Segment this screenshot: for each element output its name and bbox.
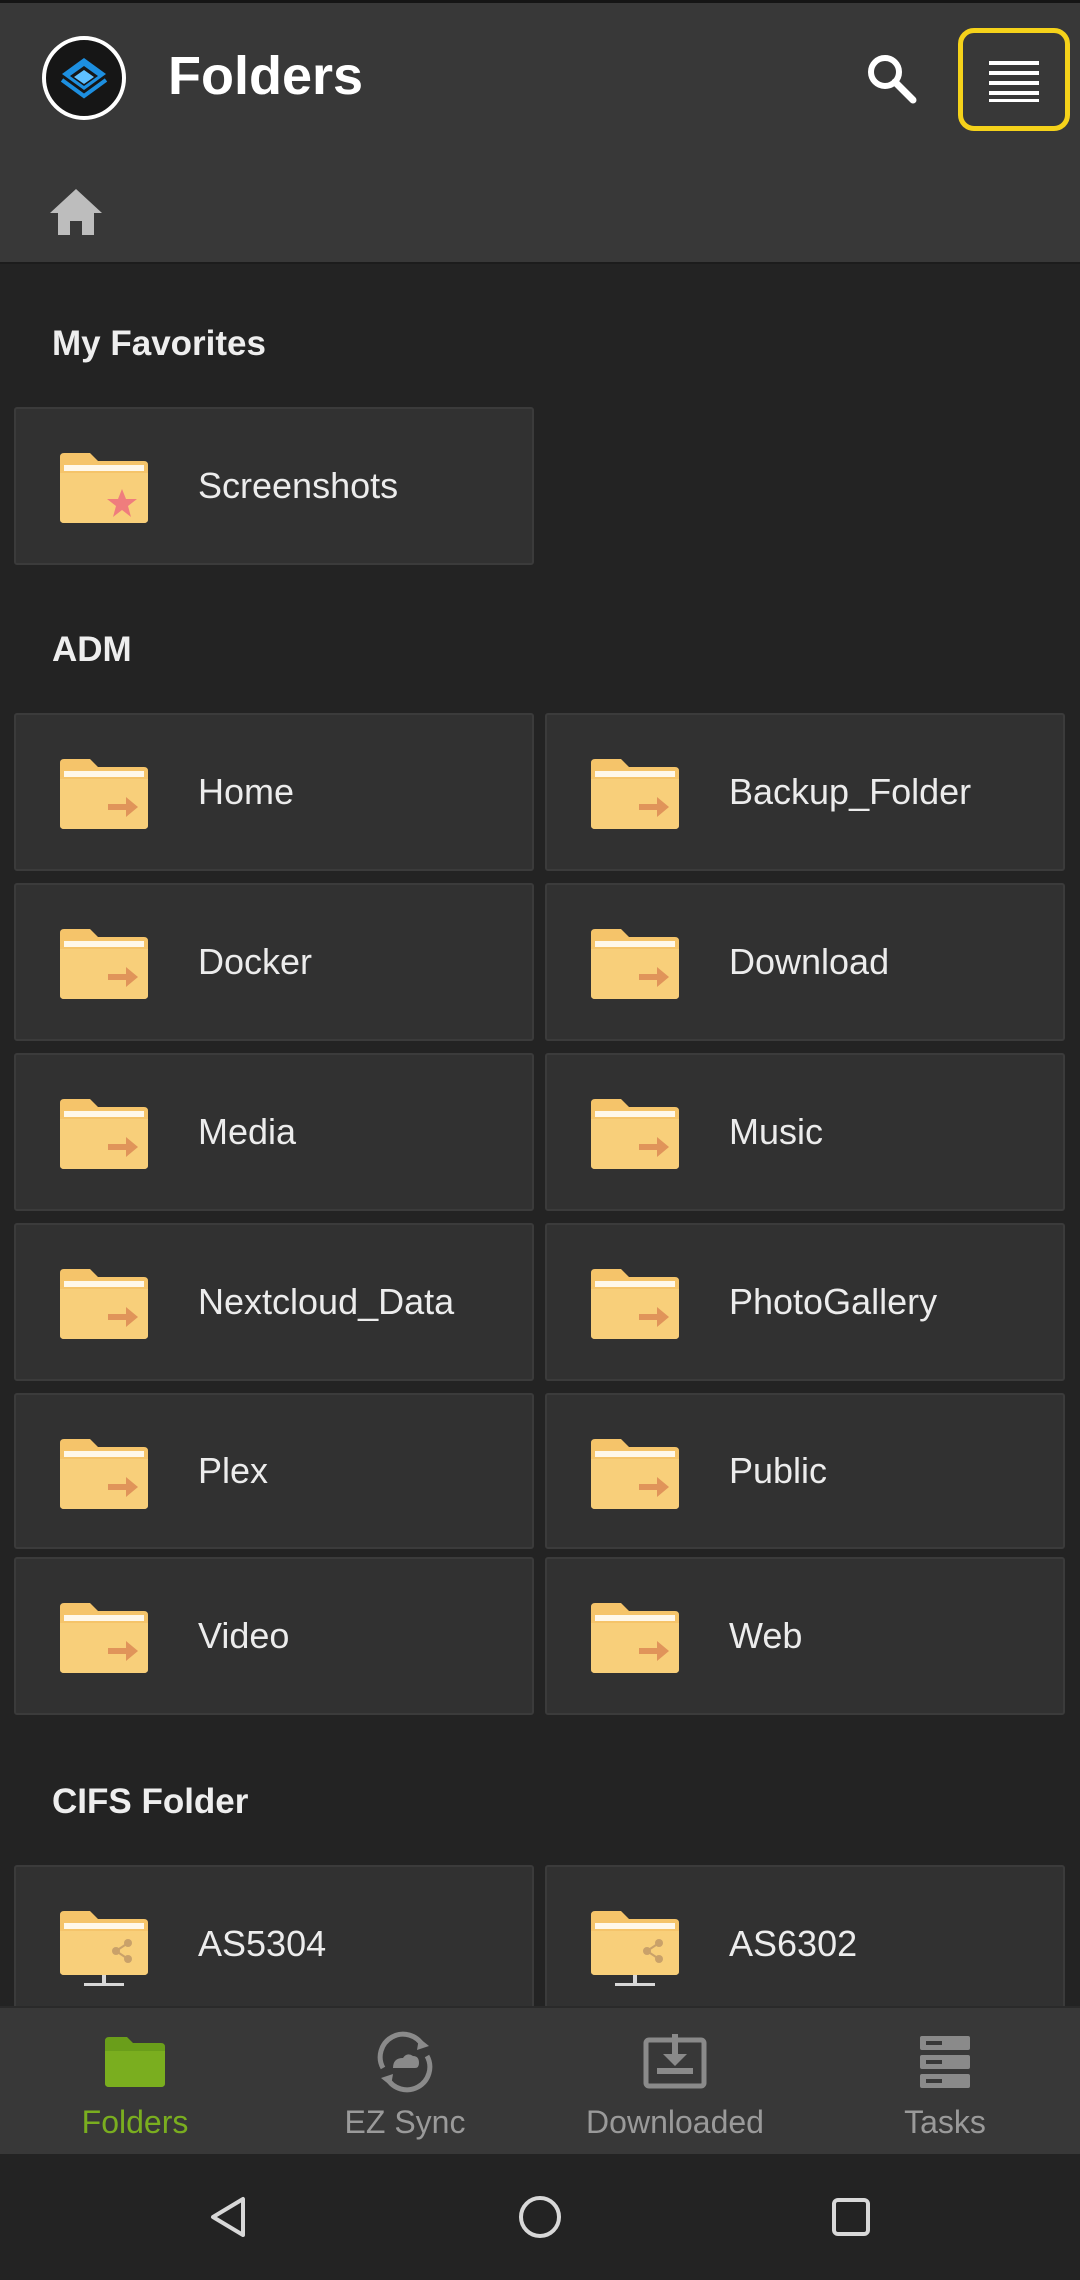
- shared-folder-icon: [58, 1601, 150, 1675]
- section-title-cifs: CIFS Folder: [52, 1782, 249, 1821]
- folder-label: Video: [198, 1615, 290, 1656]
- folder-label: Plex: [198, 1450, 269, 1491]
- folder-tile-video[interactable]: Video: [14, 1557, 534, 1715]
- network-folder-icon: [589, 1909, 681, 1986]
- folder-label: Screenshots: [198, 465, 399, 506]
- folder-icon: [99, 2030, 171, 2094]
- breadcrumb: [0, 158, 1080, 264]
- folder-tile-as6302[interactable]: AS6302: [545, 1865, 1065, 2006]
- folder-tile-home[interactable]: Home: [14, 713, 534, 871]
- folder-tile-public[interactable]: Public: [545, 1393, 1065, 1549]
- folder-label: AS5304: [198, 1923, 327, 1964]
- folder-label: Download: [729, 941, 890, 982]
- folder-tile-nextcloud-data[interactable]: Nextcloud_Data: [14, 1223, 534, 1381]
- nav-item-folders[interactable]: Folders: [0, 2008, 270, 2156]
- nav-label: Tasks: [904, 2104, 986, 2140]
- folder-list[interactable]: My Favorites Screenshots ADM Home Backup…: [0, 264, 1080, 2006]
- folder-tile-photogallery[interactable]: PhotoGallery: [545, 1223, 1065, 1381]
- nav-label: Folders: [81, 2104, 189, 2140]
- folder-label: Public: [729, 1450, 828, 1491]
- nav-label: EZ Sync: [344, 2104, 466, 2140]
- recents-icon[interactable]: [818, 2184, 884, 2250]
- search-icon[interactable]: [856, 43, 926, 113]
- app-logo-icon[interactable]: [42, 36, 126, 120]
- shared-folder-icon: [58, 757, 150, 831]
- menu-list-icon[interactable]: [958, 28, 1070, 131]
- folder-label: AS6302: [729, 1923, 858, 1964]
- shared-folder-icon: [589, 757, 681, 831]
- folder-label: Home: [198, 771, 295, 812]
- shared-folder-icon: [58, 1437, 150, 1511]
- folder-tile-docker[interactable]: Docker: [14, 883, 534, 1041]
- folder-tile-web[interactable]: Web: [545, 1557, 1065, 1715]
- folder-tile-media[interactable]: Media: [14, 1053, 534, 1211]
- home-icon[interactable]: [44, 180, 108, 244]
- folder-label: Web: [729, 1615, 803, 1656]
- folder-tile-screenshots[interactable]: Screenshots: [14, 407, 534, 565]
- home-circle-icon[interactable]: [507, 2184, 573, 2250]
- shared-folder-icon: [58, 927, 150, 1001]
- shared-folder-icon: [589, 1601, 681, 1675]
- folder-label: Music: [729, 1111, 824, 1152]
- back-icon[interactable]: [196, 2184, 262, 2250]
- folder-label: PhotoGallery: [729, 1281, 938, 1322]
- folder-label: Backup_Folder: [729, 771, 972, 812]
- nav-item-downloaded[interactable]: Downloaded: [540, 2008, 810, 2156]
- folder-tile-as5304[interactable]: AS5304: [14, 1865, 534, 2006]
- system-nav-bar: [0, 2154, 1080, 2280]
- app-bar: Folders: [0, 0, 1080, 158]
- folder-label: Docker: [198, 941, 313, 982]
- folder-tile-download[interactable]: Download: [545, 883, 1065, 1041]
- folder-tile-music[interactable]: Music: [545, 1053, 1065, 1211]
- favorite-folder-icon: [58, 451, 150, 525]
- folder-label: Nextcloud_Data: [198, 1281, 455, 1322]
- shared-folder-icon: [58, 1267, 150, 1341]
- tasks-icon: [909, 2030, 981, 2094]
- shared-folder-icon: [589, 1437, 681, 1511]
- network-folder-icon: [58, 1909, 150, 1986]
- nav-label: Downloaded: [586, 2104, 764, 2140]
- folder-tile-backup-folder[interactable]: Backup_Folder: [545, 713, 1065, 871]
- section-title-adm: ADM: [52, 630, 132, 669]
- shared-folder-icon: [589, 927, 681, 1001]
- shared-folder-icon: [589, 1267, 681, 1341]
- page-title: Folders: [168, 46, 364, 106]
- nav-item-tasks[interactable]: Tasks: [810, 2008, 1080, 2156]
- bottom-nav: Folders EZ Sync Downloaded Tasks: [0, 2006, 1080, 2154]
- download-tray-icon: [639, 2030, 711, 2094]
- nav-item-ez-sync[interactable]: EZ Sync: [270, 2008, 540, 2156]
- section-title-favorites: My Favorites: [52, 324, 266, 363]
- shared-folder-icon: [589, 1097, 681, 1171]
- ez-sync-icon: [369, 2030, 441, 2094]
- shared-folder-icon: [58, 1097, 150, 1171]
- folder-label: Media: [198, 1111, 297, 1152]
- folder-tile-plex[interactable]: Plex: [14, 1393, 534, 1549]
